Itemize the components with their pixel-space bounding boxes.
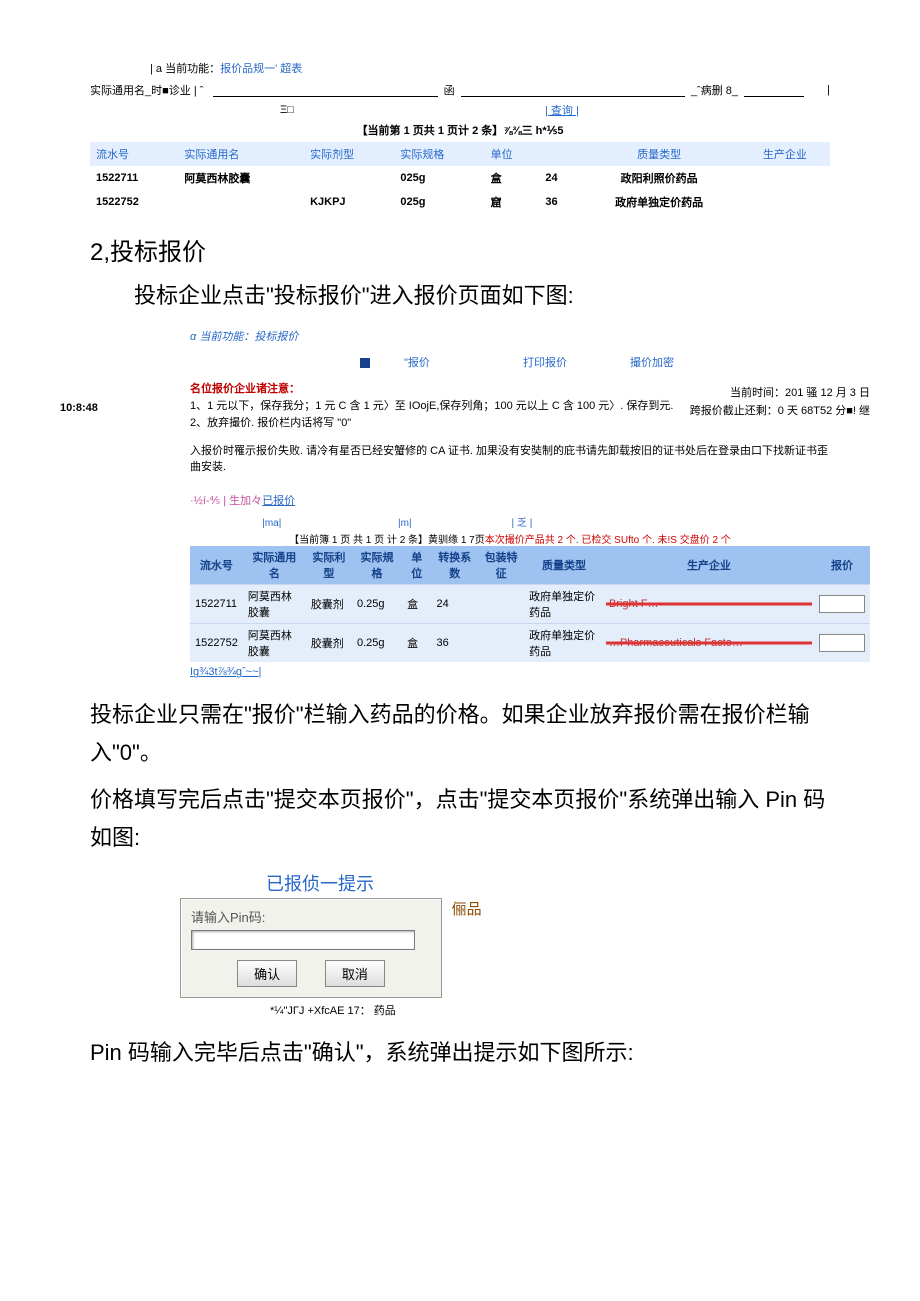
- redact-strike: [606, 642, 812, 645]
- btn-encrypt-quote[interactable]: 撮价加密: [630, 357, 674, 369]
- pin-side-label: 俪品: [452, 898, 482, 919]
- tab-strip: ·½í-⅘ | 生加々已报价: [190, 492, 830, 508]
- current-time-label: 当前时间：201 骚 12 月 3 日: [730, 384, 870, 400]
- search-row-2: Ξ□ | 查询 |: [90, 102, 830, 118]
- col-serial: 流水号: [90, 142, 178, 166]
- query-link[interactable]: | 查询 |: [545, 102, 579, 118]
- right-label: _ˆ病删 8_: [691, 82, 738, 98]
- toolbar: "报价 打印报价 撮价加密: [190, 354, 830, 370]
- input-underline[interactable]: [213, 84, 437, 97]
- square-icon: [360, 358, 370, 368]
- redact-strike: [606, 603, 812, 606]
- function-breadcrumb-2: α 当前功能：投标报价: [190, 328, 830, 344]
- col-unit: 单位: [485, 142, 540, 166]
- input-underline-3[interactable]: [744, 84, 804, 97]
- pin-ok-button[interactable]: 确认: [237, 960, 297, 987]
- col-spec: 实际规格: [394, 142, 484, 166]
- col-blank: [539, 142, 578, 166]
- table-header-row: 流水号 实际通用名 实际利型 实际規格 单位 转换系数 包装特征 质量类型 生产…: [190, 546, 870, 585]
- col-name: 实际通用名: [178, 142, 304, 166]
- pin-input-label: 请输入Pin码:: [191, 907, 431, 926]
- ruler-line: |ma| |m| | 乏 |: [190, 514, 830, 529]
- price-cell: [814, 585, 870, 624]
- search-row: 实际通用名_时■诊业 | ˆ 函 _ˆ病删 8_ |: [90, 82, 830, 98]
- result-table-1: 流水号 实际通用名 实际剂型 实际规格 单位 质量类型 生产企业 1522711…: [90, 142, 830, 214]
- table-row: 1522711 阿莫西林胶囊 025g 盒 24 政阳利照价药品: [90, 166, 830, 190]
- caret-end: |: [810, 84, 830, 96]
- pager-text: 【当前第 1 页共 1 页计 2 条】⅞⅜三 h*⅕5: [90, 122, 830, 138]
- tab-quoted[interactable]: 已报价: [262, 495, 295, 507]
- pin-footer-text: *¼"JΓJ +XfcAE 17： 药品: [270, 1002, 830, 1018]
- price-input[interactable]: [819, 634, 865, 652]
- pin-cancel-button[interactable]: 取消: [325, 960, 385, 987]
- screenshot-2: α 当前功能：投标报价 "报价 打印报价 撮价加密 名位报价企业诸注意： 1、1…: [190, 328, 830, 678]
- price-cell: [814, 624, 870, 663]
- input-underline-2[interactable]: [461, 84, 685, 97]
- pager-2: 【当前簿 1 页 共 1 页 计 2 条】黄驯缘 1 7页本次撮价产品共 2 个…: [190, 531, 830, 546]
- pin-dialog-wrap: 已报侦一提示 请输入Pin码: 确认 取消 俪品: [180, 870, 460, 998]
- maker-cell: Bright F…: [604, 585, 814, 624]
- table-header-row: 流水号 实际通用名 实际剂型 实际规格 单位 质量类型 生产企业: [90, 142, 830, 166]
- search-label: 实际通用名_时■诊业 | ˆ: [90, 82, 203, 98]
- paragraph-3: Pin 码输入完毕后点击"确认"，系统弹出提示如下图所示:: [90, 1034, 830, 1071]
- pin-button-row: 确认 取消: [191, 960, 431, 987]
- clock-label: 10:8:48: [60, 402, 98, 414]
- function-breadcrumb: | a 当前功能：报价品规一' 超表: [150, 60, 830, 76]
- section-intro: 投标企业点击"投标报价"进入报价页面如下图:: [90, 277, 830, 314]
- btn-quote[interactable]: "报价: [404, 357, 430, 369]
- paragraph-1: 投标企业只需在"报价"栏输入药品的价格。如果企业放弃报价需在报价栏输入"0"。: [90, 696, 830, 771]
- pin-input[interactable]: [191, 930, 415, 950]
- quote-table: 流水号 实际通用名 实际利型 实际規格 单位 转换系数 包装特征 质量类型 生产…: [190, 546, 870, 662]
- btn-print-quote[interactable]: 打印报价: [523, 357, 567, 369]
- col-maker: 生产企业: [740, 142, 830, 166]
- notice-line-3: 入报价时罹示报价失败. 请冷有星否已经安蟹修的 CA 证书. 加果没有安奘制的庇…: [190, 442, 830, 474]
- paragraph-2: 价格填写完后点击"提交本页报价"，点击"提交本页报价"系统弹出输入 Pin 码如…: [90, 781, 830, 856]
- table-row: 1522752 KJKPJ 025g 窟 36 政府单独定价药品: [90, 190, 830, 214]
- price-input[interactable]: [819, 595, 865, 613]
- pin-dialog: 请输入Pin码: 确认 取消: [180, 898, 442, 998]
- equals-symbol: Ξ□: [280, 104, 294, 116]
- col-form: 实际剂型: [304, 142, 394, 166]
- section-title: 2,投标报价: [90, 232, 830, 267]
- mid-label: 函: [444, 82, 455, 98]
- pin-dialog-title: 已报侦一提示: [180, 870, 460, 896]
- screenshot-1: | a 当前功能：报价品规一' 超表 实际通用名_时■诊业 | ˆ 函 _ˆ病删…: [90, 60, 830, 214]
- table-row: 1522711 阿莫西林胶囊 胶囊剂 0.25g 盒 24 政府单独定价药品 B…: [190, 585, 870, 624]
- table-row: 1522752 阿莫西林胶囊 胶囊剂 0.25g 盒 36 政府单独定价药品 ……: [190, 624, 870, 663]
- maker-cell: …Pharmaceuticals Facto…: [604, 624, 814, 663]
- col-quality: 质量类型: [579, 142, 740, 166]
- deadline-label: 跨报价截止还剩：0 天 68T52 分■! 继: [690, 402, 870, 418]
- tab-prefix: ·½í-⅘ | 生加々: [190, 495, 262, 507]
- below-table-link[interactable]: Ig¾3t⅞¾gˆ~~|: [190, 666, 830, 678]
